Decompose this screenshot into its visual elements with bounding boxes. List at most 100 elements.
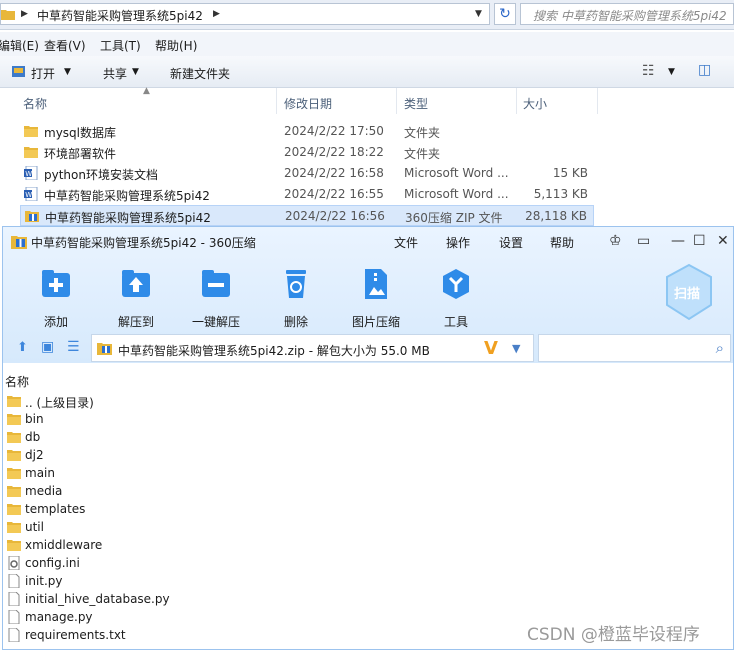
address-bar-area: ▶ 中草药智能采购管理系统5pi42 ▶ ▼ ↻ 搜索 中草药智能采购管理系统5… [0,0,734,30]
add-button[interactable]: 添加 [21,267,91,330]
file-name: python环境安装文档 [44,168,158,182]
col-date[interactable]: 修改日期 [284,95,332,112]
file-type: 360压缩 ZIP 文件 [405,211,503,225]
file-row[interactable]: mysql数据库 2024/2/22 17:50 文件夹 [20,121,594,142]
history-dropdown-icon[interactable]: ▼ [475,9,482,19]
zip-navigation-bar: ⬆ ▣ ☰ 中草药智能采购管理系统5pi42.zip - 解包大小为 55.0 … [3,331,733,363]
one-click-extract-button[interactable]: 一键解压 [181,267,251,330]
menu-bar: 编辑(E) 查看(V) 工具(T) 帮助(H) [0,32,734,56]
open-button[interactable]: 打开 [31,65,55,82]
chevron-down-icon[interactable]: ▼ [64,67,71,77]
chevron-down-icon[interactable]: ▼ [512,342,520,355]
chevron-down-icon[interactable]: ▼ [132,67,139,77]
entry-name: db [25,430,41,444]
column-divider [396,88,397,114]
svg-text:W: W [25,170,32,178]
col-type[interactable]: 类型 [404,95,428,112]
sort-arrow-icon: ▲ [143,86,150,96]
word-doc-icon: W [24,187,38,201]
skin-icon[interactable]: ♔ [609,233,622,249]
folder-icon [7,486,21,497]
archive-path-box[interactable]: 中草药智能采购管理系统5pi42.zip - 解包大小为 55.0 MB V ▼ [91,334,534,362]
file-name: 环境部署软件 [44,147,117,161]
file-name: 中草药智能采购管理系统5pi42 [45,211,211,225]
file-icon [8,610,20,624]
menu-help[interactable]: 帮助(H) [155,37,197,54]
image-compress-label: 图片压缩 [351,315,400,329]
address-bar[interactable]: ▶ 中草药智能采购管理系统5pi42 ▶ ▼ [0,3,490,25]
up-level-icon[interactable]: ⬆ [17,340,28,355]
breadcrumb-arrow-icon[interactable]: ▶ [213,9,220,19]
folder-icon [7,540,21,551]
zip-window-title: 中草药智能采购管理系统5pi42 - 360压缩 [31,236,256,250]
file-row[interactable]: 环境部署软件 2024/2/22 18:22 文件夹 [20,142,594,163]
file-row-selected[interactable]: 中草药智能采购管理系统5pi42 2024/2/22 16:56 360压缩 Z… [20,205,594,226]
zip-col-name[interactable]: 名称 [5,373,29,390]
entry-name: config.ini [25,556,80,570]
menu-edit[interactable]: 编辑(E) [0,37,39,54]
refresh-button[interactable]: ↻ [494,3,516,25]
breadcrumb-arrow-icon[interactable]: ▶ [21,9,28,19]
folder-icon [7,450,21,461]
folder-icon [7,468,21,479]
file-date: 2024/2/22 16:56 [285,209,385,223]
tools-button[interactable]: 工具 [421,267,491,330]
file-icon [8,592,20,606]
delete-icon [286,270,306,298]
chevron-down-icon[interactable]: ▼ [668,67,675,77]
view-options-icon[interactable]: ☷ [642,63,655,79]
menu-tools[interactable]: 工具(T) [100,37,141,54]
file-row[interactable]: W 中草药智能采购管理系统5pi42 2024/2/22 16:55 Micro… [20,184,594,205]
new-folder-button[interactable]: 新建文件夹 [170,65,230,82]
watermark: CSDN @橙蓝毕设程序 [527,625,700,645]
search-icon[interactable]: ⌕ [716,339,724,357]
share-button[interactable]: 共享 [103,65,127,82]
file-date: 2024/2/22 18:22 [284,145,384,159]
folder-icon [7,522,21,533]
folder-icon [7,432,21,443]
view-list-icon[interactable]: ☰ [67,339,80,355]
delete-button[interactable]: 删除 [261,267,331,330]
column-header: 名称 ▲ 修改日期 类型 大小 [0,86,734,114]
image-compress-icon [365,269,387,299]
extract-to-button[interactable]: 解压到 [101,267,171,330]
menu-view[interactable]: 查看(V) [44,37,86,54]
zip-search-input[interactable]: ⌕ [538,334,731,362]
breadcrumb[interactable]: 中草药智能采购管理系统5pi42 [37,7,203,24]
search-input[interactable]: 搜索 中草药智能采购管理系统5pi42 [520,3,734,25]
col-name[interactable]: 名称 [23,95,47,112]
extract-to-label: 解压到 [117,315,154,329]
image-compress-button[interactable]: 图片压缩 [341,267,411,330]
maximize-button[interactable]: ☐ [693,233,706,249]
entry-name: initial_hive_database.py [25,592,170,606]
file-name: 中草药智能采购管理系统5pi42 [44,189,210,203]
zip-window: 中草药智能采购管理系统5pi42 - 360压缩 文件 操作 设置 帮助 ♔ ▭… [2,226,734,650]
file-size: 15 KB [552,166,588,180]
entry-name: bin [25,412,44,426]
file-type: 文件夹 [404,147,441,161]
preview-pane-icon[interactable]: ◫ [698,62,711,78]
zip-menu-file[interactable]: 文件 [394,234,418,251]
command-bar: 打开 ▼ 共享 ▼ 新建文件夹 ☷ ▼ ◫ [0,56,734,88]
folder-icon [1,10,15,20]
one-click-extract-icon [202,270,230,297]
entry-name: dj2 [25,448,44,462]
col-size[interactable]: 大小 [523,95,547,112]
minimize-button[interactable]: — [671,233,685,249]
feedback-icon[interactable]: ▭ [637,233,650,249]
close-button[interactable]: ✕ [717,233,729,249]
file-type: Microsoft Word ... [404,166,509,180]
delete-label: 删除 [283,315,308,329]
scan-button[interactable]: 扫描 [663,263,715,321]
view-thumbnail-icon[interactable]: ▣ [41,339,54,355]
svg-text:W: W [25,191,32,199]
file-name: mysql数据库 [44,126,116,140]
zip-menu-operate[interactable]: 操作 [446,234,470,251]
file-type: Microsoft Word ... [404,187,509,201]
entry-name: manage.py [25,610,93,624]
tools-icon [443,269,469,299]
zip-menu-settings[interactable]: 设置 [499,234,523,251]
file-row[interactable]: W python环境安装文档 2024/2/22 16:58 Microsoft… [20,163,594,184]
verified-v-icon: V [484,338,498,359]
zip-menu-help[interactable]: 帮助 [550,234,574,251]
